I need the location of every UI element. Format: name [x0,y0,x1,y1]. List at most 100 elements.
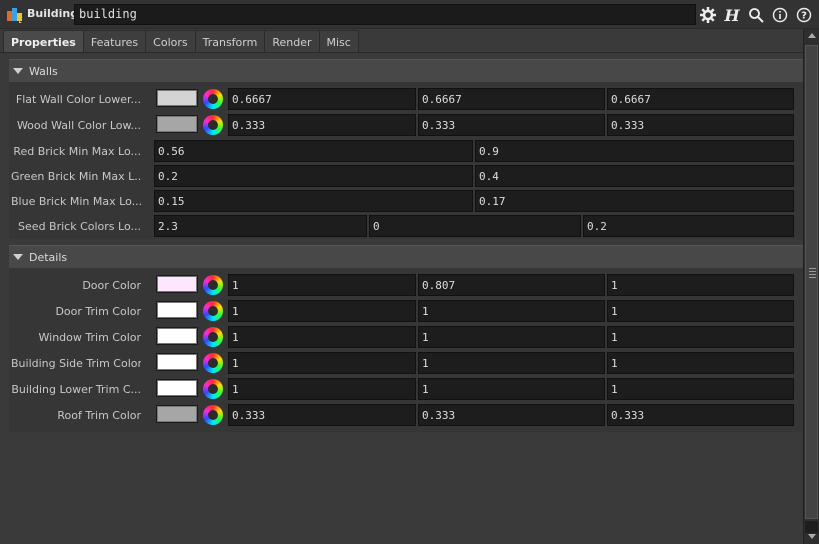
roof-trim-color-row: Roof Trim Color 0.333 0.333 0.333 [9,404,803,428]
seed-brick-row: Seed Brick Colors Lo... 2.3 0 0.2 [9,215,803,239]
min-value-field[interactable]: 0.2 [154,165,473,187]
color-wheel-icon[interactable] [203,327,223,347]
param-label: Flat Wall Color Lower... [15,93,141,106]
color-swatch[interactable] [156,353,198,371]
value-field-z[interactable]: 0.2 [583,215,794,237]
value-field-r[interactable]: 1 [228,378,416,400]
gear-icon[interactable] [698,5,718,25]
param-label: Door Trim Color [55,305,141,318]
value-field-r[interactable]: 1 [228,326,416,348]
max-value-field[interactable]: 0.9 [475,140,794,162]
color-wheel-icon[interactable] [203,301,223,321]
color-swatch[interactable] [156,301,198,319]
color-swatch[interactable] [156,327,198,345]
search-icon[interactable] [746,5,766,25]
color-wheel-icon[interactable] [203,379,223,399]
value-field-b[interactable]: 1 [607,326,794,348]
value-field-r[interactable]: 0.333 [228,404,416,426]
min-value-field[interactable]: 0.15 [154,190,473,212]
flat-wall-color-row: Flat Wall Color Lower... 0.6667 0.6667 0… [9,88,803,112]
building-node-icon[interactable] [5,5,25,25]
color-wheel-icon[interactable] [203,115,223,135]
value-field-g[interactable]: 0.807 [418,274,605,296]
svg-text:?: ? [801,11,807,22]
value-field-b[interactable]: 1 [607,300,794,322]
parameter-tabs: Properties Features Colors Transform Ren… [3,30,359,53]
value-field-y[interactable]: 0 [369,215,581,237]
info-icon[interactable] [770,5,790,25]
value-field-r[interactable]: 1 [228,300,416,322]
color-swatch[interactable] [156,275,198,293]
vertical-scrollbar[interactable] [803,29,819,544]
param-label: Red Brick Min Max Lo... [13,145,141,158]
value-field-b[interactable]: 1 [607,352,794,374]
node-type-label: Building [27,7,79,20]
value-field-g[interactable]: 0.333 [418,114,605,136]
param-label: Building Lower Trim C... [11,383,141,396]
scrollbar-thumb[interactable] [805,45,818,519]
color-wheel-icon[interactable] [203,89,223,109]
value-field-g[interactable]: 0.6667 [418,88,605,110]
door-trim-color-row: Door Trim Color 1 1 1 [9,300,803,324]
scroll-down-arrow-icon[interactable] [808,534,816,539]
param-label: Window Trim Color [38,331,141,344]
value-field-r[interactable]: 0.6667 [228,88,416,110]
value-field-b[interactable]: 0.333 [607,404,794,426]
scrollbar-track[interactable] [805,521,818,533]
value-field-x[interactable]: 2.3 [154,215,367,237]
tab-features[interactable]: Features [82,30,147,53]
details-section-title: Details [29,250,68,264]
blue-brick-row: Blue Brick Min Max Lo... 0.15 0.17 [9,190,803,214]
walls-section: Walls Flat Wall Color Lower... 0.6667 0.… [9,59,803,239]
color-swatch[interactable] [156,115,198,133]
green-brick-row: Green Brick Min Max L... 0.2 0.4 [9,165,803,189]
tab-properties[interactable]: Properties [3,30,84,53]
tab-render[interactable]: Render [264,30,320,53]
window-trim-color-row: Window Trim Color 1 1 1 [9,326,803,350]
value-field-g[interactable]: 0.333 [418,404,605,426]
tab-colors[interactable]: Colors [145,30,196,53]
details-section: Details Door Color 1 0.807 1 Door Trim C… [9,245,803,432]
param-label: Roof Trim Color [57,409,141,422]
tab-misc[interactable]: Misc [318,30,359,53]
param-label: Wood Wall Color Low... [16,119,141,132]
parameter-header: Building building H ? [0,0,819,29]
value-field-r[interactable]: 1 [228,352,416,374]
tab-transform[interactable]: Transform [194,30,266,53]
lower-trim-color-row: Building Lower Trim C... 1 1 1 [9,378,803,402]
param-label: Green Brick Min Max L... [11,170,141,183]
param-label: Blue Brick Min Max Lo... [11,195,141,208]
help-icon[interactable]: ? [794,5,814,25]
param-label: Door Color [82,279,141,292]
value-field-b[interactable]: 0.333 [607,114,794,136]
value-field-b[interactable]: 0.6667 [607,88,794,110]
value-field-r[interactable]: 1 [228,274,416,296]
value-field-b[interactable]: 1 [607,274,794,296]
details-section-header[interactable]: Details [9,245,803,268]
color-swatch[interactable] [156,405,198,423]
color-wheel-icon[interactable] [203,275,223,295]
value-field-g[interactable]: 1 [418,326,605,348]
color-wheel-icon[interactable] [203,353,223,373]
value-field-g[interactable]: 1 [418,352,605,374]
max-value-field[interactable]: 0.4 [475,165,794,187]
red-brick-row: Red Brick Min Max Lo... 0.56 0.9 [9,140,803,164]
tab-divider [0,52,803,53]
houdini-help-icon[interactable]: H [722,5,742,25]
value-field-g[interactable]: 1 [418,378,605,400]
node-name-field[interactable]: building [74,4,696,25]
value-field-b[interactable]: 1 [607,378,794,400]
wood-wall-color-row: Wood Wall Color Low... 0.333 0.333 0.333 [9,114,803,138]
value-field-r[interactable]: 0.333 [228,114,416,136]
color-swatch[interactable] [156,379,198,397]
scrollbar-grip-icon [809,268,816,278]
collapse-triangle-icon[interactable] [13,254,23,260]
walls-section-header[interactable]: Walls [9,59,803,82]
value-field-g[interactable]: 1 [418,300,605,322]
collapse-triangle-icon[interactable] [13,68,23,74]
color-wheel-icon[interactable] [203,405,223,425]
max-value-field[interactable]: 0.17 [475,190,794,212]
min-value-field[interactable]: 0.56 [154,140,473,162]
color-swatch[interactable] [156,89,198,107]
scroll-up-arrow-icon[interactable] [808,33,816,38]
